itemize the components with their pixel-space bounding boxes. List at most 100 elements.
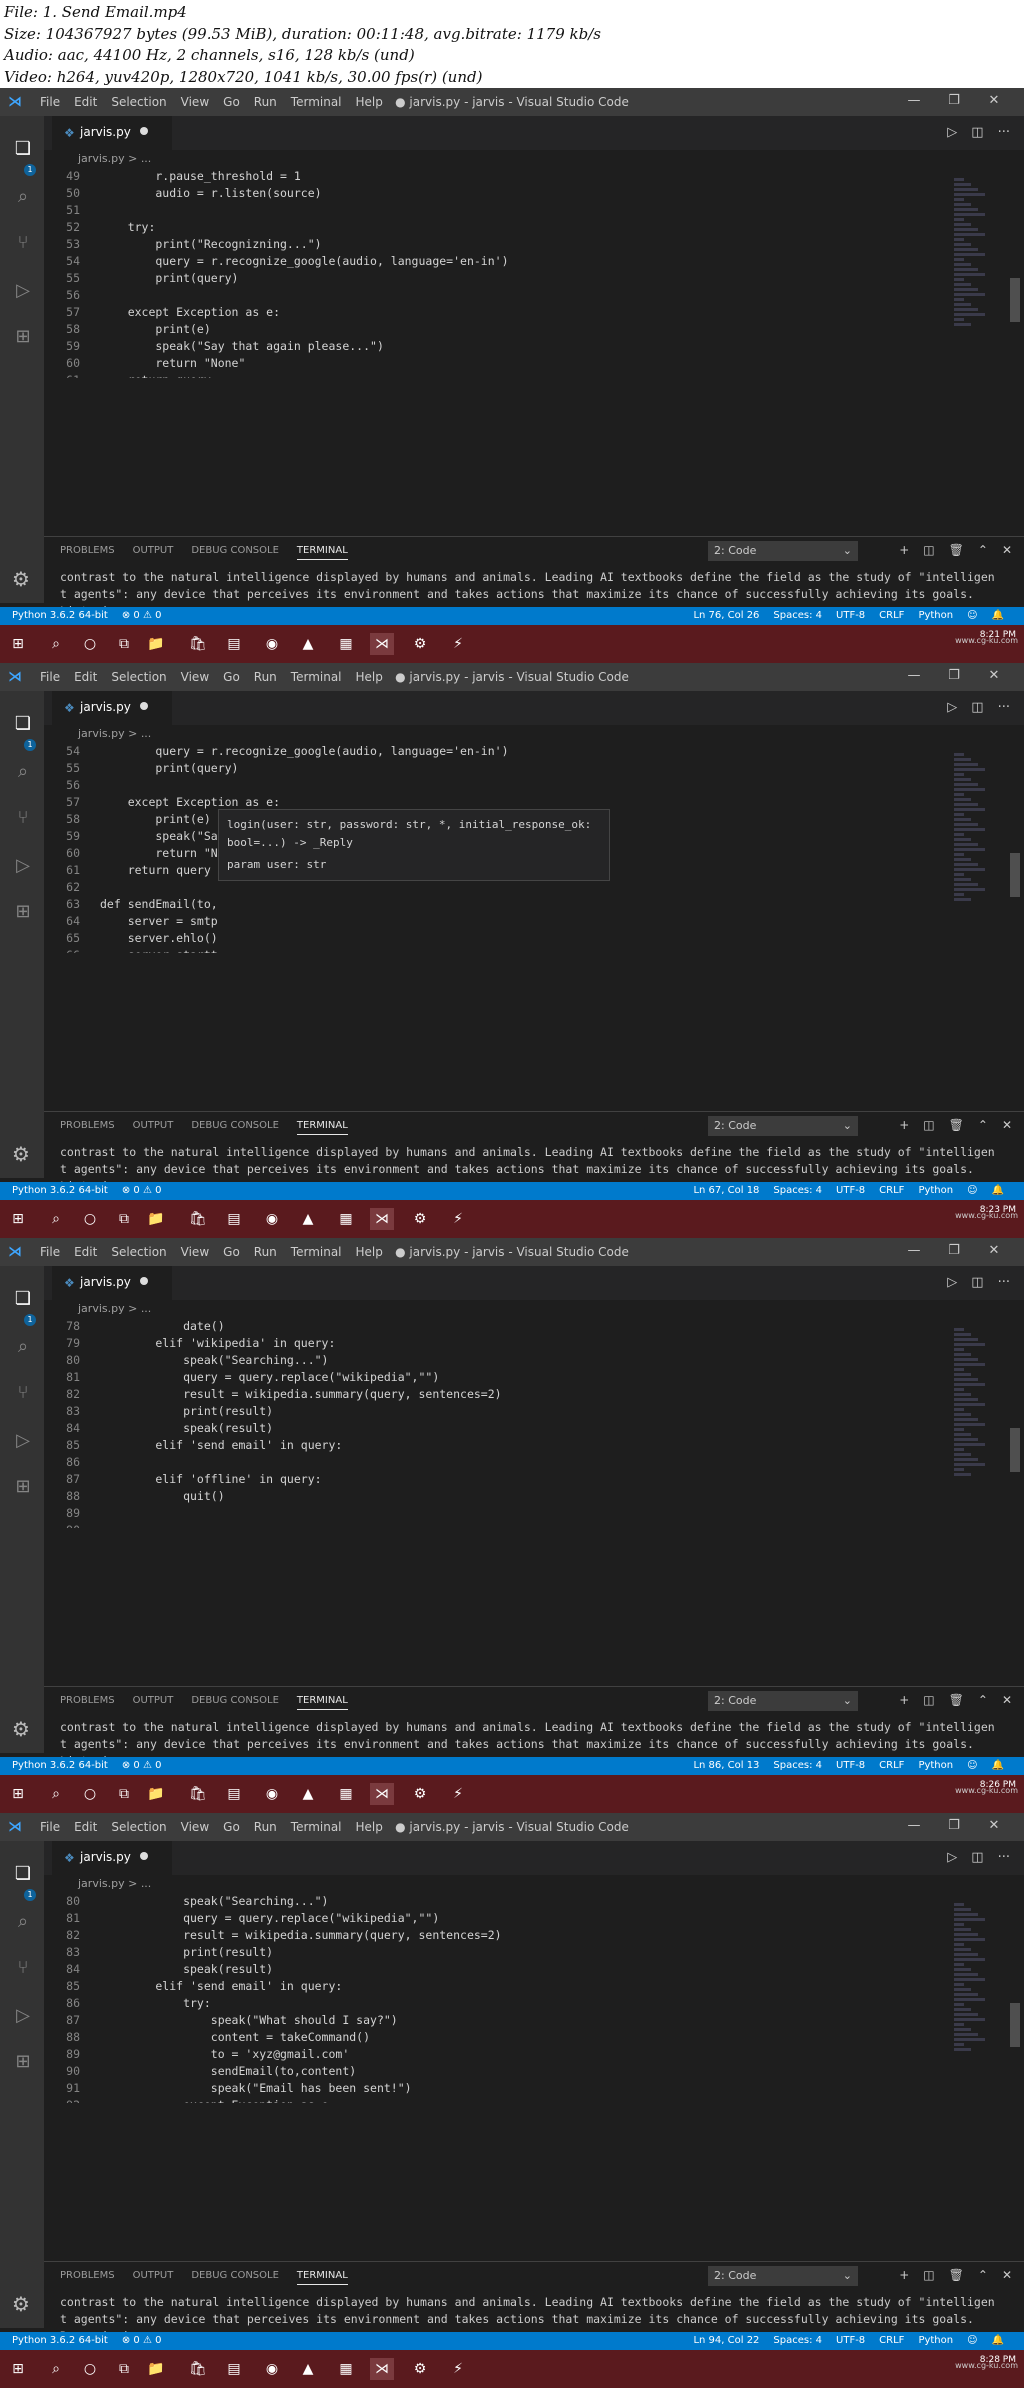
code-line[interactable]: 80 speak("Searching...") [44,1352,924,1369]
vscode-taskbar-icon[interactable]: ⋊ [370,1208,394,1230]
close-icon[interactable]: ✕ [974,1818,1014,1833]
search-icon[interactable]: ⌕ [12,1336,34,1358]
close-panel-icon[interactable]: ✕ [1002,1118,1012,1132]
more-actions-icon[interactable]: ··· [998,125,1010,140]
chrome-icon[interactable]: ◉ [260,2358,284,2380]
code-line[interactable]: 82 result = wikipedia.summary(query, sen… [44,1927,924,1944]
tab-terminal[interactable]: TERMINAL [296,2270,348,2285]
task-view-icon[interactable]: ⧉ [112,633,136,655]
status-cursor-position[interactable]: Ln 67, Col 18 [693,1182,759,1200]
add-terminal-icon[interactable]: + [899,2268,909,2282]
source-control-icon[interactable]: ⑂ [12,1382,34,1404]
status-eol[interactable]: CRLF [879,607,904,625]
terminal-app-icon[interactable]: ▤ [222,1783,246,1805]
code-line[interactable]: 85 elif 'send email' in query: [44,1437,924,1454]
add-terminal-icon[interactable]: + [899,1118,909,1132]
minimize-icon[interactable]: — [894,1818,934,1833]
file-explorer-icon[interactable]: 📁 [144,1208,168,1230]
code-editor[interactable]: 80 speak("Searching...") 81 query = query… [44,1893,924,2103]
status-spaces[interactable]: Spaces: 4 [773,2332,822,2350]
sublime-icon[interactable]: ⚡ [446,1208,470,1230]
editor-scrollbar[interactable] [1010,1903,1020,2103]
status-spaces[interactable]: Spaces: 4 [773,607,822,625]
more-actions-icon[interactable]: ··· [998,1275,1010,1290]
sublime-icon[interactable]: ⚡ [446,1783,470,1805]
run-debug-icon[interactable]: ▷ [12,2005,34,2027]
search-icon[interactable]: ⌕ [12,761,34,783]
code-line[interactable]: 88 content = takeCommand() [44,2029,924,2046]
tab-debug-console[interactable]: DEBUG CONSOLE [191,545,279,560]
code-line[interactable]: 55 print(query) [44,270,924,287]
code-line[interactable]: 86 [44,1454,924,1471]
tab-problems[interactable]: PROBLEMS [60,2270,115,2285]
terminal-select[interactable]: 2: Code ⌄ [708,1691,858,1711]
split-editor-icon[interactable]: ◫ [971,1850,983,1865]
code-line[interactable]: 81 query = query.replace("wikipedia","") [44,1910,924,1927]
windows-start-icon[interactable]: ⊞ [6,1783,30,1805]
status-python[interactable]: Python 3.6.2 64-bit [12,607,108,625]
tab-output[interactable]: OUTPUT [133,1120,174,1135]
editor-scrollbar[interactable] [1010,178,1020,378]
code-line[interactable]: 89 to = 'xyz@gmail.com' [44,2046,924,2063]
code-line[interactable]: 83 print(result) [44,1944,924,1961]
breadcrumb-path[interactable]: jarvis.py > ... [78,1302,151,1315]
run-file-icon[interactable]: ▷ [947,125,957,140]
code-line[interactable]: 52 try: [44,219,924,236]
code-line[interactable]: 49 r.pause_threshold = 1 [44,168,924,185]
source-control-icon[interactable]: ⑂ [12,1957,34,1979]
taskbar-search-icon[interactable]: ⌕ [44,633,68,655]
maximize-panel-icon[interactable]: ⌃ [978,2268,988,2282]
split-terminal-icon[interactable]: ◫ [923,543,934,557]
tab-output[interactable]: OUTPUT [133,1695,174,1710]
store-icon[interactable]: 🛍 [186,1208,210,1230]
task-view-icon[interactable]: ⧉ [112,2358,136,2380]
status-cursor-position[interactable]: Ln 76, Col 26 [693,607,759,625]
tab-debug-console[interactable]: DEBUG CONSOLE [191,1120,279,1135]
run-file-icon[interactable]: ▷ [947,1850,957,1865]
split-terminal-icon[interactable]: ◫ [923,1118,934,1132]
cortana-icon[interactable]: ○ [78,1208,102,1230]
status-spaces[interactable]: Spaces: 4 [773,1182,822,1200]
code-line[interactable]: 54 query = r.recognize_google(audio, lan… [44,743,924,760]
status-python[interactable]: Python 3.6.2 64-bit [12,1182,108,1200]
code-editor[interactable]: 49 r.pause_threshold = 1 50 audio = r.lis… [44,168,924,378]
cortana-icon[interactable]: ○ [78,2358,102,2380]
status-encoding[interactable]: UTF-8 [836,2332,865,2350]
close-icon[interactable]: ✕ [974,1243,1014,1258]
unsaved-dot-icon[interactable] [140,1277,148,1285]
terminal-app-icon[interactable]: ▤ [222,633,246,655]
code-line[interactable]: 55 print(query) [44,760,924,777]
settings-app-icon[interactable]: ⚙ [408,1783,432,1805]
code-line[interactable]: 63 def sendEmail(to, [44,896,924,913]
trash-icon[interactable]: 🗑 [949,1693,964,1707]
code-line[interactable]: 83 print(result) [44,1403,924,1420]
feedback-icon[interactable]: ☺ [967,607,977,625]
chrome-icon[interactable]: ◉ [260,1208,284,1230]
feedback-icon[interactable]: ☺ [967,1182,977,1200]
minimap[interactable] [954,1903,994,2103]
close-icon[interactable]: ✕ [974,668,1014,683]
app-icon[interactable]: ▦ [334,633,358,655]
vlc-icon[interactable]: ▲ [296,633,320,655]
vscode-taskbar-icon[interactable]: ⋊ [370,633,394,655]
windows-start-icon[interactable]: ⊞ [6,1208,30,1230]
code-line[interactable]: 87 elif 'offline' in query: [44,1471,924,1488]
source-control-icon[interactable]: ⑂ [12,232,34,254]
maximize-panel-icon[interactable]: ⌃ [978,1118,988,1132]
taskbar-search-icon[interactable]: ⌕ [44,1208,68,1230]
code-line[interactable]: 62 [44,879,924,896]
chrome-icon[interactable]: ◉ [260,633,284,655]
bell-icon[interactable]: 🔔 [992,2332,1004,2350]
sublime-icon[interactable]: ⚡ [446,633,470,655]
close-panel-icon[interactable]: ✕ [1002,1693,1012,1707]
status-problems[interactable]: ⊗ 0 ⚠ 0 [122,1757,162,1775]
split-terminal-icon[interactable]: ◫ [923,1693,934,1707]
tab-jarvis-py[interactable]: ❖ jarvis.py [52,691,172,725]
file-explorer-icon[interactable]: 📁 [144,1783,168,1805]
terminal-app-icon[interactable]: ▤ [222,1208,246,1230]
status-problems[interactable]: ⊗ 0 ⚠ 0 [122,1182,162,1200]
tab-terminal[interactable]: TERMINAL [296,1695,348,1710]
split-editor-icon[interactable]: ◫ [971,125,983,140]
status-problems[interactable]: ⊗ 0 ⚠ 0 [122,2332,162,2350]
vscode-taskbar-icon[interactable]: ⋊ [370,2358,394,2380]
